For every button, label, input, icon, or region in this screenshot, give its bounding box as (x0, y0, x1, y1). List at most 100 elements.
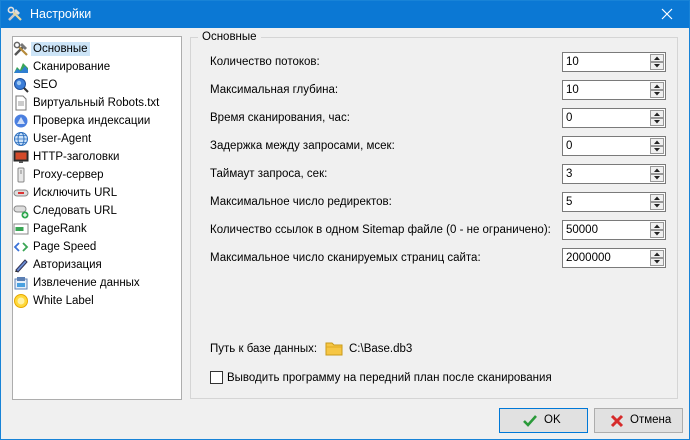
request-delay-spinbox[interactable]: 0 (562, 136, 666, 156)
spin-arrows-icon[interactable] (650, 138, 664, 154)
scan-chart-icon (14, 63, 28, 73)
window-title: Настройки (30, 7, 92, 21)
sidebar-item-robots[interactable]: Виртуальный Robots.txt (11, 94, 169, 112)
bring-to-front-checkbox[interactable] (210, 371, 223, 384)
sidebar-item-exclude-url[interactable]: Исключить URL (11, 184, 169, 202)
threads-value[interactable]: 10 (566, 56, 579, 68)
sidebar-item-authorization[interactable]: Авторизация (11, 256, 169, 274)
sidebar-item-label: Проверка индексации (33, 115, 151, 127)
server-icon (17, 167, 25, 183)
request-delay-label: Задержка между запросами, мсек: (210, 140, 395, 152)
spin-arrows-icon[interactable] (650, 54, 664, 70)
sidebar-item-label: User-Agent (33, 133, 92, 145)
max-redirects-spinbox[interactable]: 5 (562, 192, 666, 212)
sidebar-item-label: Исключить URL (33, 187, 118, 199)
max-pages-row: Максимальное число сканируемых страниц с… (210, 248, 670, 268)
max-depth-row: Максимальная глубина: 10 (210, 80, 670, 100)
threads-row: Количество потоков: 10 (210, 52, 670, 72)
cancel-button[interactable]: Отмена (594, 408, 683, 433)
monitor-icon (13, 150, 29, 163)
globe-icon (14, 132, 28, 146)
sidebar-item-user-agent[interactable]: User-Agent (11, 130, 169, 148)
request-timeout-value[interactable]: 3 (566, 168, 572, 180)
sidebar-item-follow-url[interactable]: Следовать URL (11, 202, 169, 220)
database-path-value[interactable]: C:\Base.db3 (349, 343, 412, 355)
index-check-icon (14, 114, 28, 128)
sidebar-item-index-check[interactable]: Проверка индексации (11, 112, 169, 130)
sidebar-item-label: Извлечение данных (33, 277, 140, 289)
threads-label: Количество потоков: (210, 56, 320, 68)
ok-button-label: OK (544, 414, 561, 426)
sidebar-item-label: Proxy-сервер (33, 169, 104, 181)
max-depth-value[interactable]: 10 (566, 84, 579, 96)
sidebar-item-label: PageRank (33, 223, 87, 235)
request-delay-value[interactable]: 0 (566, 140, 572, 152)
threads-spinbox[interactable]: 10 (562, 52, 666, 72)
sidebar-item-http-headers[interactable]: HTTP-заголовки (11, 148, 169, 166)
sidebar-item-label: Следовать URL (33, 205, 117, 217)
group-title: Основные (198, 31, 261, 43)
sidebar-item-label: HTTP-заголовки (33, 151, 120, 163)
bring-to-front-option[interactable]: Выводить программу на передний план посл… (210, 370, 570, 386)
link-minus-icon (13, 189, 29, 197)
sitemap-links-label: Количество ссылок в одном Sitemap файле … (210, 224, 551, 236)
code-icon (13, 242, 29, 252)
sidebar-item-label: SEO (33, 79, 58, 91)
sitemap-links-value[interactable]: 50000 (566, 224, 598, 236)
scan-time-spinbox[interactable]: 0 (562, 108, 666, 128)
sitemap-links-row: Количество ссылок в одном Sitemap файле … (210, 220, 670, 240)
request-timeout-row: Таймаут запроса, сек: 3 (210, 164, 670, 184)
robots-file-icon (15, 95, 27, 111)
spin-arrows-icon[interactable] (650, 194, 664, 210)
magnifier-icon (14, 78, 29, 93)
sidebar-item-label: White Label (33, 295, 94, 307)
sidebar-item-label: Авторизация (33, 259, 102, 271)
spin-arrows-icon[interactable] (650, 166, 664, 182)
spin-arrows-icon[interactable] (650, 82, 664, 98)
sitemap-links-spinbox[interactable]: 50000 (562, 220, 666, 240)
close-icon (661, 8, 673, 20)
max-pages-value[interactable]: 2000000 (566, 252, 611, 264)
request-timeout-label: Таймаут запроса, сек: (210, 168, 328, 180)
checkmark-icon (523, 415, 537, 427)
pen-icon (15, 259, 28, 273)
ok-button[interactable]: OK (499, 408, 588, 433)
sidebar-item-label: Page Speed (33, 241, 97, 253)
close-button[interactable] (645, 1, 689, 28)
cross-icon (610, 414, 624, 428)
max-redirects-value[interactable]: 5 (566, 196, 572, 208)
sidebar-item-label: Основные (31, 42, 90, 56)
max-depth-spinbox[interactable]: 10 (562, 80, 666, 100)
sidebar-item-proxy[interactable]: Proxy-сервер (11, 166, 169, 184)
bring-to-front-label[interactable]: Выводить программу на передний план посл… (227, 372, 552, 384)
sidebar-item-data-extraction[interactable]: Извлечение данных (11, 274, 169, 292)
sidebar-item-seo[interactable]: SEO (11, 76, 169, 94)
sidebar-item-scanning[interactable]: Сканирование (11, 58, 169, 76)
scan-time-value[interactable]: 0 (566, 112, 572, 124)
sidebar-item-page-speed[interactable]: Page Speed (11, 238, 169, 256)
max-redirects-row: Максимальное число редиректов: 5 (210, 192, 670, 212)
title-bar: Настройки (1, 1, 689, 28)
settings-dialog: Настройки Основные Сканирование SEO Вирт… (0, 0, 690, 440)
scan-time-label: Время сканирования, час: (210, 112, 350, 124)
spin-arrows-icon[interactable] (650, 222, 664, 238)
tools-icon (13, 41, 28, 56)
spin-arrows-icon[interactable] (650, 110, 664, 126)
database-path-row: Путь к базе данных: C:\Base.db3 (210, 340, 610, 358)
link-plus-icon (13, 205, 29, 219)
max-redirects-label: Максимальное число редиректов: (210, 196, 392, 208)
sun-icon (14, 294, 28, 308)
max-depth-label: Максимальная глубина: (210, 84, 339, 96)
database-path-label: Путь к базе данных: (210, 343, 318, 355)
sidebar-item-pagerank[interactable]: PageRank (11, 220, 169, 238)
request-timeout-spinbox[interactable]: 3 (562, 164, 666, 184)
max-pages-spinbox[interactable]: 2000000 (562, 248, 666, 268)
scan-time-row: Время сканирования, час: 0 (210, 108, 670, 128)
request-delay-row: Задержка между запросами, мсек: 0 (210, 136, 670, 156)
sidebar-item-white-label[interactable]: White Label (11, 292, 169, 310)
data-extract-icon (14, 277, 28, 290)
folder-icon[interactable] (325, 341, 343, 356)
sidebar-item-general[interactable]: Основные (11, 40, 169, 58)
cancel-button-label: Отмена (630, 414, 672, 426)
spin-arrows-icon[interactable] (650, 250, 664, 266)
